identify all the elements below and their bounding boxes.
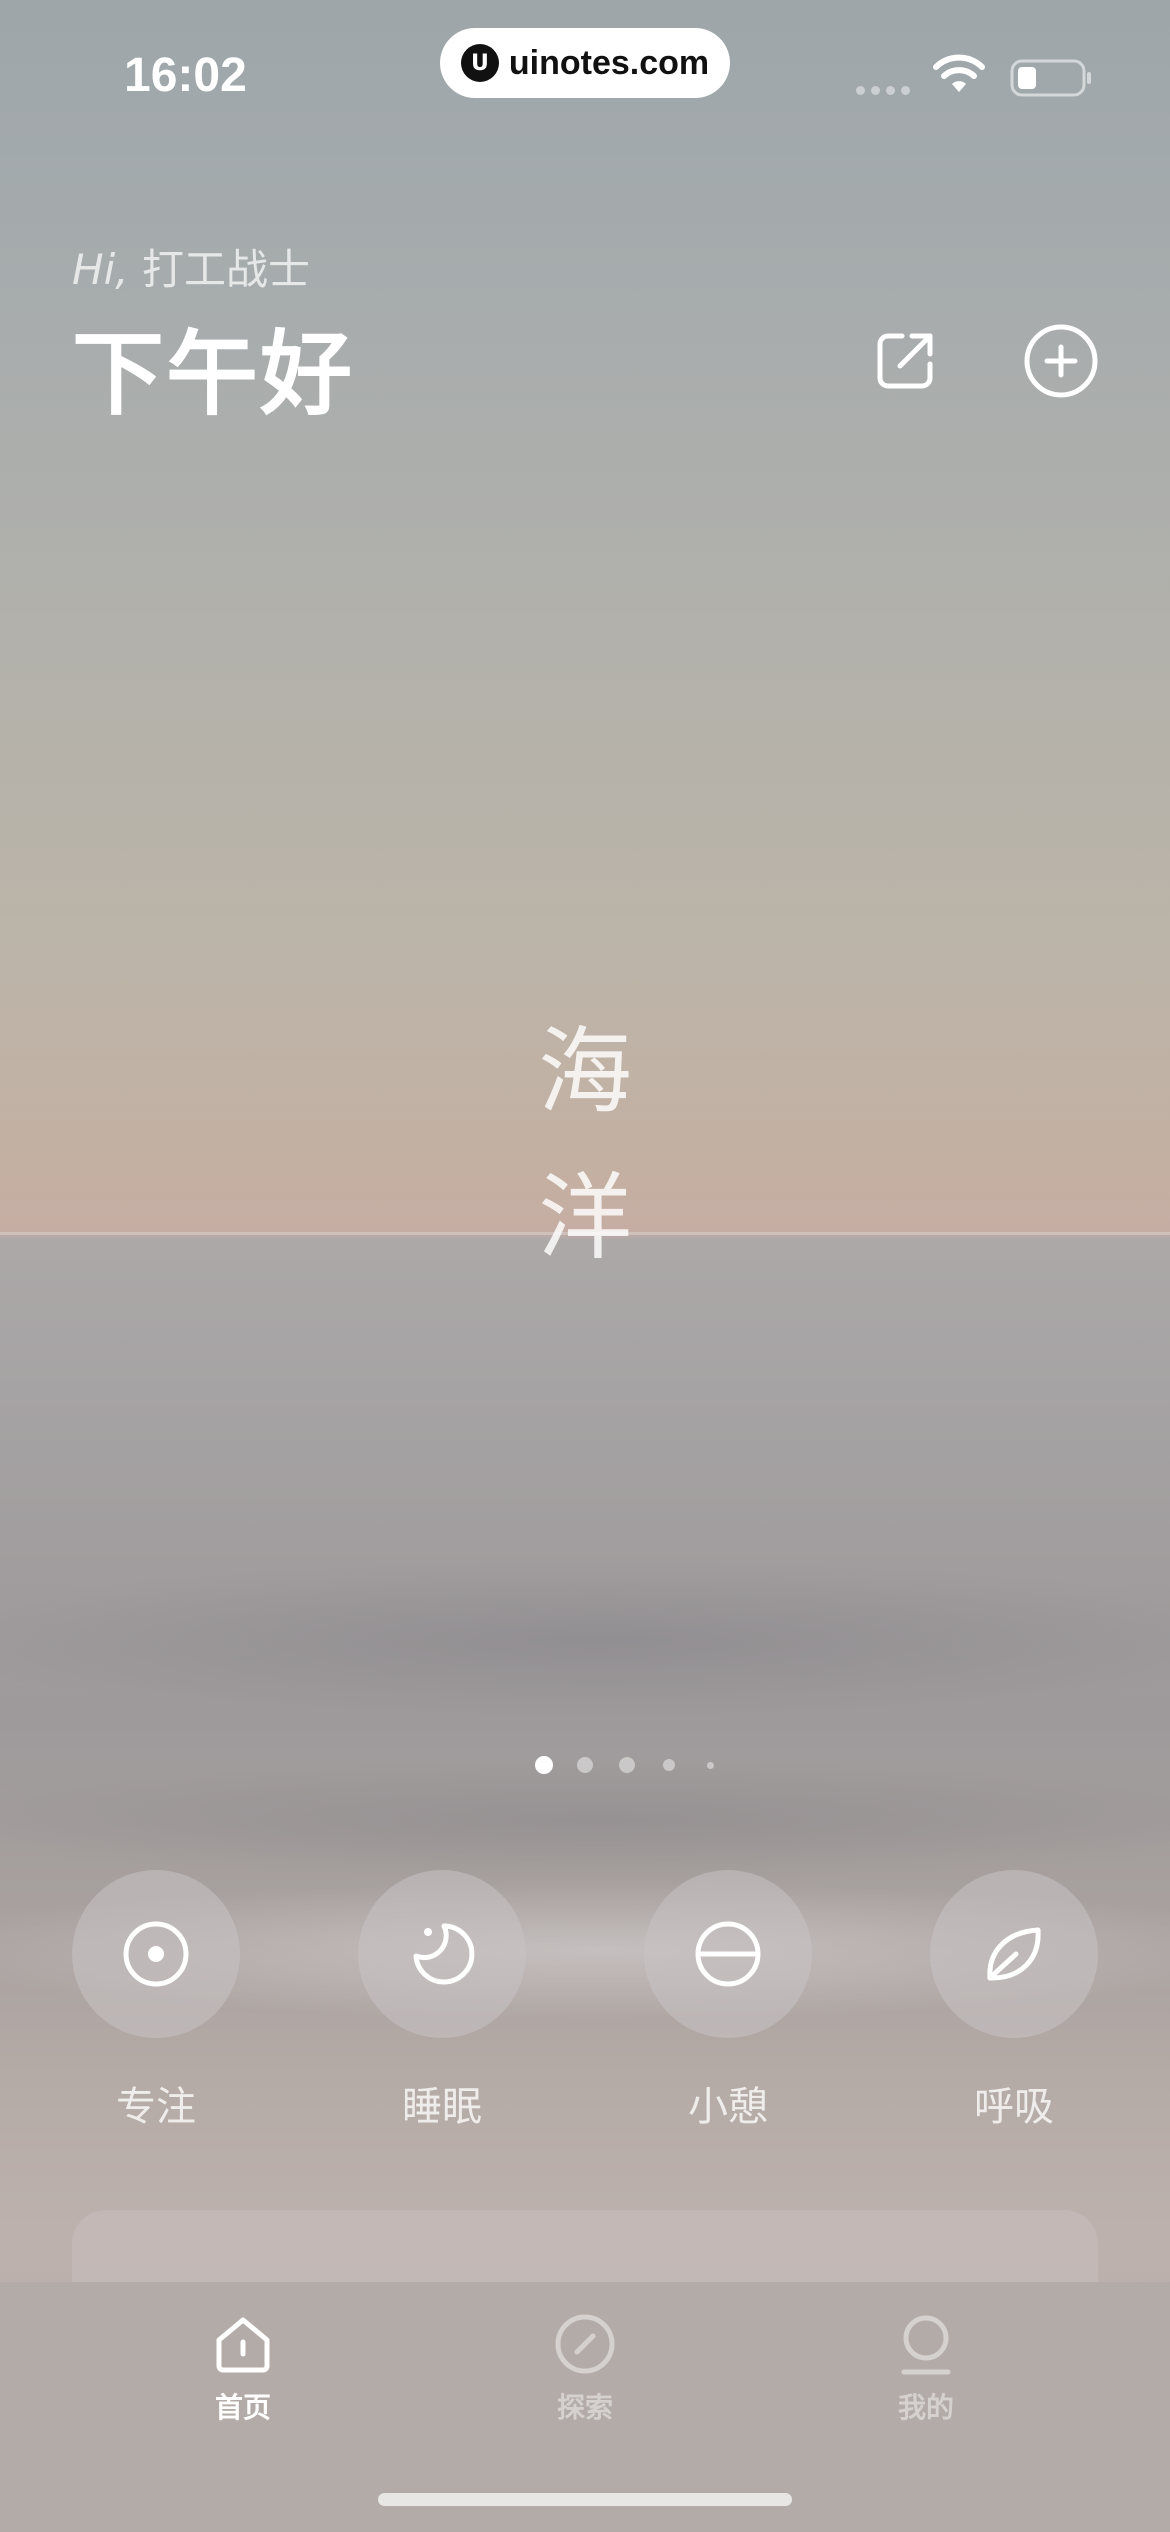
home-icon xyxy=(216,2317,270,2373)
page-dot[interactable] xyxy=(619,1757,635,1773)
greeting-title: 下午好 xyxy=(72,321,355,428)
plus-circle-icon xyxy=(1024,324,1098,398)
moon-icon xyxy=(413,1923,475,1985)
greeting-subtitle: Hi, 打工战士 xyxy=(72,236,310,297)
share-icon xyxy=(877,333,933,389)
wifi-icon xyxy=(932,54,986,100)
scene-title-line: 海 xyxy=(537,1018,632,1127)
scene-title: 海 洋 xyxy=(535,1000,635,1292)
mode-breathe-label: 呼吸 xyxy=(974,2084,1054,2130)
mode-nap-button[interactable] xyxy=(644,1870,812,2038)
scene-title-line: 洋 xyxy=(537,1164,632,1273)
page-indicator[interactable] xyxy=(532,1753,732,1774)
bottom-card[interactable] xyxy=(72,2210,1098,2290)
mode-focus-label: 专注 xyxy=(116,2084,196,2130)
mode-sleep[interactable]: 睡眠 xyxy=(358,1870,526,2132)
wave-shadow xyxy=(0,1560,1170,1720)
wave-shadow xyxy=(0,1760,1170,1880)
greeting-name: 打工战士 xyxy=(128,245,310,294)
page-dot-active[interactable] xyxy=(535,1756,553,1774)
mode-nap-label: 小憩 xyxy=(688,2084,768,2130)
mode-sleep-label: 睡眠 xyxy=(402,2084,482,2130)
tab-profile[interactable]: 我的 xyxy=(856,2312,996,2426)
profile-icon xyxy=(901,2315,951,2375)
half-circle-icon xyxy=(695,1921,761,1987)
tab-profile-label: 我的 xyxy=(897,2391,954,2424)
tab-home-label: 首页 xyxy=(214,2391,271,2424)
mode-nap[interactable]: 小憩 xyxy=(644,1870,812,2132)
url-pill[interactable]: U uinotes.com xyxy=(440,28,730,98)
add-button[interactable] xyxy=(1016,316,1106,406)
target-icon xyxy=(123,1921,189,1987)
page-dot[interactable] xyxy=(577,1757,593,1773)
mode-sleep-button[interactable] xyxy=(358,1870,526,2038)
status-time: 16:02 xyxy=(124,49,247,102)
signal-icon xyxy=(856,86,910,95)
tab-home[interactable]: 首页 xyxy=(173,2312,313,2426)
uinotes-logo-icon: U xyxy=(460,44,499,82)
compass-icon xyxy=(555,2314,615,2374)
tab-explore-label: 探索 xyxy=(556,2391,613,2424)
battery-icon xyxy=(1010,58,1094,102)
url-text: uinotes.com xyxy=(508,43,710,82)
mode-breathe[interactable]: 呼吸 xyxy=(930,1870,1098,2132)
page-dot[interactable] xyxy=(707,1762,714,1769)
home-indicator[interactable] xyxy=(378,2493,792,2506)
mode-focus[interactable]: 专注 xyxy=(72,1870,240,2132)
home-screen: 16:02 U uinotes.com Hi, 打工战士 下午好 海 洋 专注 … xyxy=(0,0,1170,2532)
share-button[interactable] xyxy=(860,316,950,406)
page-dot[interactable] xyxy=(663,1759,675,1771)
mode-focus-button[interactable] xyxy=(72,1870,240,2038)
tab-explore[interactable]: 探索 xyxy=(515,2312,655,2426)
leaf-icon xyxy=(987,1927,1041,1981)
mode-breathe-button[interactable] xyxy=(930,1870,1098,2038)
greeting-prefix: Hi, xyxy=(72,245,129,294)
